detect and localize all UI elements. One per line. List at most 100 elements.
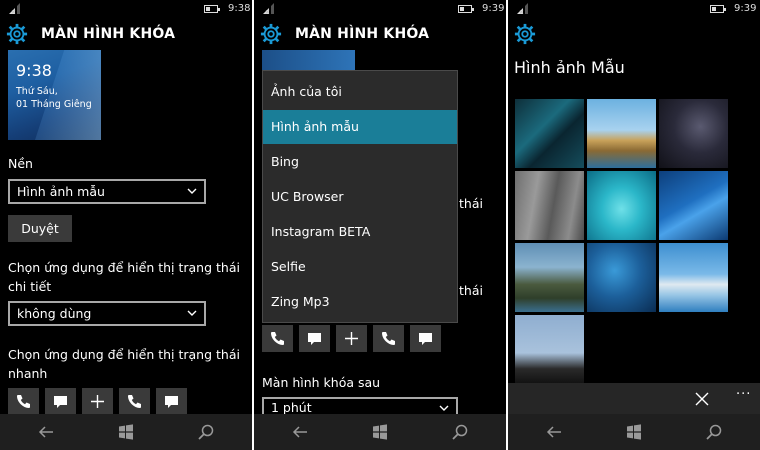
sample-picture-10[interactable]	[515, 315, 584, 384]
navigation-bar	[0, 414, 252, 450]
status-bar: ✕ 9:39	[508, 0, 760, 18]
search-icon[interactable]	[704, 422, 724, 442]
svg-text:✕: ✕	[11, 9, 16, 15]
navigation-bar	[508, 414, 760, 450]
quick-status-label: Chọn ứng dụng để hiển thị trạng thái nha…	[8, 345, 248, 383]
more-options-button[interactable]: ···	[736, 387, 751, 402]
svg-text:✕: ✕	[265, 9, 270, 15]
sample-picture-4[interactable]	[515, 171, 584, 240]
sample-picture-1[interactable]	[515, 99, 584, 168]
sample-picture-9[interactable]	[659, 243, 728, 312]
signal-icon: ✕	[517, 3, 528, 15]
gear-icon[interactable]	[514, 23, 536, 45]
background-label: Nền	[8, 156, 33, 171]
quick-status-slot-4[interactable]	[119, 388, 150, 415]
page-header: MÀN HÌNH KHÓA	[254, 20, 506, 50]
search-icon[interactable]	[196, 422, 216, 442]
lock-timeout-value: 1 phút	[271, 400, 312, 415]
signal-icon: ✕	[263, 3, 274, 15]
message-icon	[54, 396, 67, 408]
message-icon	[165, 396, 178, 408]
add-icon	[345, 332, 358, 345]
detail-status-select[interactable]: không dùng	[8, 301, 206, 326]
message-icon	[419, 333, 432, 345]
browse-button[interactable]: Duyệt	[8, 215, 72, 242]
quick-status-slot-4[interactable]	[373, 325, 404, 352]
windows-logo-icon[interactable]	[116, 422, 136, 442]
battery-icon	[458, 5, 474, 13]
page-header: MÀN HÌNH KHÓA	[0, 20, 252, 50]
back-arrow-icon[interactable]	[36, 422, 56, 442]
menu-item-selfie[interactable]: Selfie	[263, 250, 457, 284]
quick-status-slot-1[interactable]	[8, 388, 39, 415]
detail-status-label-peek: thái	[459, 196, 483, 211]
quick-status-slot-5[interactable]	[156, 388, 187, 415]
menu-item-zing-mp3[interactable]: Zing Mp3	[263, 285, 457, 319]
quick-status-slot-3[interactable]	[336, 325, 367, 352]
background-select[interactable]: Hình ảnh mẫu	[8, 179, 206, 204]
windows-logo-icon[interactable]	[624, 422, 644, 442]
close-icon[interactable]	[694, 391, 710, 407]
chevron-down-icon	[187, 310, 197, 316]
menu-item-instagram-beta[interactable]: Instagram BETA	[263, 215, 457, 249]
preview-date: Thứ Sáu, 01 Tháng Giêng	[16, 85, 92, 111]
detail-status-label-line2: chi tiết	[8, 279, 52, 294]
add-icon	[91, 395, 104, 408]
lock-screen-preview: 9:38 Thứ Sáu, 01 Tháng Giêng	[8, 50, 101, 140]
menu-item-uc-browser[interactable]: UC Browser	[263, 180, 457, 214]
page-title: MÀN HÌNH KHÓA	[41, 26, 176, 42]
gallery-title: Hình ảnh Mẫu	[514, 58, 625, 77]
windows-logo-icon[interactable]	[370, 422, 390, 442]
navigation-bar	[254, 414, 506, 450]
quick-status-label-line2: nhanh	[8, 366, 48, 381]
quick-status-slot-3[interactable]	[82, 388, 113, 415]
preview-time: 9:38	[16, 61, 52, 80]
sample-picture-5[interactable]	[587, 171, 656, 240]
lock-timeout-label: Màn hình khóa sau	[262, 375, 381, 390]
chevron-down-icon	[187, 188, 197, 194]
app-bar: ···	[508, 383, 760, 416]
menu-item-bing[interactable]: Bing	[263, 145, 457, 179]
gear-icon[interactable]	[260, 23, 282, 45]
search-icon[interactable]	[450, 422, 470, 442]
back-arrow-icon[interactable]	[544, 422, 564, 442]
page-header	[508, 20, 760, 50]
background-dropdown-menu: Ảnh của tôi Hình ảnh mẫu Bing UC Browser…	[262, 70, 458, 323]
phone-screen-gallery: ✕ 9:39 Hình ảnh Mẫu ···	[508, 0, 760, 450]
quick-status-label-line1: Chọn ứng dụng để hiển thị trạng thái	[8, 347, 240, 362]
battery-icon	[204, 5, 220, 13]
gear-icon[interactable]	[6, 23, 28, 45]
back-arrow-icon[interactable]	[290, 422, 310, 442]
sample-picture-3[interactable]	[659, 99, 728, 168]
quick-status-label-peek: thái	[459, 283, 483, 298]
sample-picture-2[interactable]	[587, 99, 656, 168]
battery-icon	[710, 5, 726, 13]
sample-picture-7[interactable]	[515, 243, 584, 312]
page-title: MÀN HÌNH KHÓA	[295, 26, 430, 42]
phone-icon	[128, 395, 141, 408]
quick-status-slot-5[interactable]	[410, 325, 441, 352]
preview-day: Thứ Sáu,	[16, 86, 58, 97]
detail-status-label-line1: Chọn ứng dụng để hiển thị trạng thái	[8, 260, 240, 275]
phone-icon	[17, 395, 30, 408]
menu-item-sample-pictures[interactable]: Hình ảnh mẫu	[263, 110, 457, 144]
status-time: 9:38	[228, 3, 251, 14]
background-select-value: Hình ảnh mẫu	[17, 184, 105, 199]
quick-status-slot-2[interactable]	[299, 325, 330, 352]
menu-item-my-photos[interactable]: Ảnh của tôi	[263, 75, 457, 109]
quick-status-slot-2[interactable]	[45, 388, 76, 415]
sample-picture-6[interactable]	[659, 171, 728, 240]
phone-screen-dropdown: ✕ 9:39 MÀN HÌNH KHÓA thái thái Màn hình …	[254, 0, 506, 450]
status-time: 9:39	[734, 3, 757, 14]
svg-text:✕: ✕	[519, 9, 524, 15]
phone-icon	[382, 332, 395, 345]
phone-screen-settings: ✕ 9:38 MÀN HÌNH KHÓA 9:38 Thứ Sáu, 01 Th…	[0, 0, 252, 450]
phone-icon	[271, 332, 284, 345]
status-bar: ✕ 9:39	[254, 0, 506, 18]
chevron-down-icon	[439, 405, 449, 411]
preview-date-text: 01 Tháng Giêng	[16, 99, 92, 110]
quick-status-slot-1[interactable]	[262, 325, 293, 352]
status-time: 9:39	[482, 3, 505, 14]
sample-picture-8[interactable]	[587, 243, 656, 312]
signal-icon: ✕	[9, 3, 20, 15]
